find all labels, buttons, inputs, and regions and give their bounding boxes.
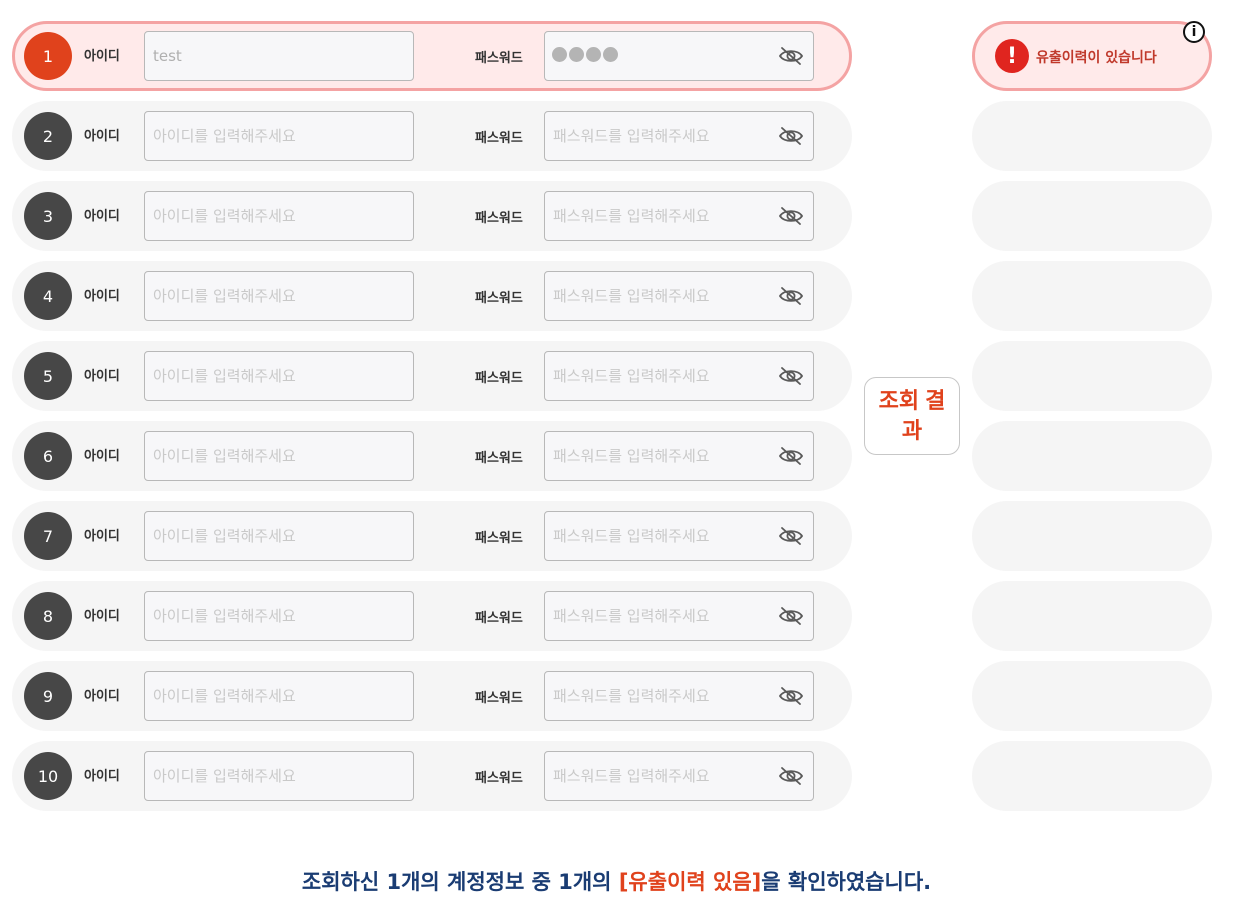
eye-slash-icon[interactable] <box>778 686 804 706</box>
row-number-badge: 7 <box>24 512 72 560</box>
account-row: 3 아이디 패스워드 <box>12 181 852 251</box>
id-label: 아이디 <box>84 529 120 544</box>
id-input[interactable] <box>144 271 414 321</box>
password-mask-dot <box>552 47 567 62</box>
account-row: 7 아이디 패스워드 <box>12 501 852 571</box>
password-mask-dot <box>603 47 618 62</box>
eye-slash-icon[interactable] <box>778 286 804 306</box>
row-number-badge: 10 <box>24 752 72 800</box>
password-input[interactable] <box>544 271 814 321</box>
eye-slash-icon[interactable] <box>778 206 804 226</box>
result-empty <box>972 741 1212 811</box>
account-row: 6 아이디 패스워드 <box>12 421 852 491</box>
result-text: 유출이력이 있습니다 <box>1036 50 1157 66</box>
password-label: 패스워드 <box>475 51 523 66</box>
eye-slash-icon[interactable] <box>778 446 804 466</box>
summary-highlight: [유출이력 있음] <box>618 870 762 894</box>
id-input[interactable] <box>144 671 414 721</box>
password-label: 패스워드 <box>475 611 523 626</box>
id-label: 아이디 <box>84 609 120 624</box>
id-label: 아이디 <box>84 769 120 784</box>
id-label: 아이디 <box>84 369 120 384</box>
masked-password <box>552 47 618 62</box>
id-label: 아이디 <box>84 689 120 704</box>
exclamation-icon: ! <box>995 39 1029 73</box>
password-label: 패스워드 <box>475 211 523 226</box>
id-input[interactable] <box>144 351 414 401</box>
account-row: 8 아이디 패스워드 <box>12 581 852 651</box>
eye-slash-icon[interactable] <box>778 366 804 386</box>
row-number-badge: 2 <box>24 112 72 160</box>
result-empty <box>972 101 1212 171</box>
result-empty <box>972 501 1212 571</box>
row-number-badge: 8 <box>24 592 72 640</box>
id-label: 아이디 <box>84 289 120 304</box>
account-rows: 1아이디패스워드!유출이력이 있습니다2아이디패스워드3아이디패스워드4아이디패… <box>0 0 1233 830</box>
id-input[interactable] <box>144 751 414 801</box>
password-label: 패스워드 <box>475 371 523 386</box>
eye-slash-icon[interactable] <box>778 46 804 66</box>
account-row: 10 아이디 패스워드 <box>12 741 852 811</box>
eye-slash-icon[interactable] <box>778 766 804 786</box>
query-result-button[interactable]: 조회 결과 <box>864 377 960 455</box>
id-label: 아이디 <box>84 449 120 464</box>
password-label: 패스워드 <box>475 771 523 786</box>
id-label: 아이디 <box>84 49 120 64</box>
password-label: 패스워드 <box>475 691 523 706</box>
password-input[interactable] <box>544 431 814 481</box>
result-leak: ! 유출이력이 있습니다 <box>972 21 1212 91</box>
account-row: 4 아이디 패스워드 <box>12 261 852 331</box>
result-empty <box>972 581 1212 651</box>
password-mask-dot <box>569 47 584 62</box>
result-empty <box>972 421 1212 491</box>
password-input[interactable] <box>544 591 814 641</box>
eye-slash-icon[interactable] <box>778 606 804 626</box>
summary-prefix: 조회하신 1개의 계정정보 중 1개의 <box>301 870 619 894</box>
account-row: 5 아이디 패스워드 <box>12 341 852 411</box>
eye-slash-icon[interactable] <box>778 526 804 546</box>
account-row: 2 아이디 패스워드 <box>12 101 852 171</box>
password-label: 패스워드 <box>475 451 523 466</box>
password-input[interactable] <box>544 111 814 161</box>
password-label: 패스워드 <box>475 131 523 146</box>
id-input[interactable] <box>144 431 414 481</box>
id-input[interactable] <box>144 31 414 81</box>
id-input[interactable] <box>144 511 414 561</box>
result-empty <box>972 181 1212 251</box>
info-icon[interactable]: i <box>1183 21 1205 43</box>
id-label: 아이디 <box>84 209 120 224</box>
summary-suffix: 을 확인하였습니다. <box>761 870 932 894</box>
id-input[interactable] <box>144 191 414 241</box>
result-empty <box>972 661 1212 731</box>
row-number-badge: 4 <box>24 272 72 320</box>
summary-message: 조회하신 1개의 계정정보 중 1개의 [유출이력 있음]을 확인하였습니다. <box>0 866 1233 896</box>
id-input[interactable] <box>144 591 414 641</box>
password-input[interactable] <box>544 751 814 801</box>
account-row: 9 아이디 패스워드 <box>12 661 852 731</box>
password-input[interactable] <box>544 671 814 721</box>
password-input[interactable] <box>544 511 814 561</box>
id-input[interactable] <box>144 111 414 161</box>
row-number-badge: 3 <box>24 192 72 240</box>
result-empty <box>972 261 1212 331</box>
password-label: 패스워드 <box>475 531 523 546</box>
account-row: 1 아이디 패스워드 <box>12 21 852 91</box>
row-number-badge: 9 <box>24 672 72 720</box>
eye-slash-icon[interactable] <box>778 126 804 146</box>
password-input[interactable] <box>544 351 814 401</box>
password-input[interactable] <box>544 191 814 241</box>
id-label: 아이디 <box>84 129 120 144</box>
password-mask-dot <box>586 47 601 62</box>
row-number-badge: 1 <box>24 32 72 80</box>
password-label: 패스워드 <box>475 291 523 306</box>
row-number-badge: 5 <box>24 352 72 400</box>
result-empty <box>972 341 1212 411</box>
row-number-badge: 6 <box>24 432 72 480</box>
